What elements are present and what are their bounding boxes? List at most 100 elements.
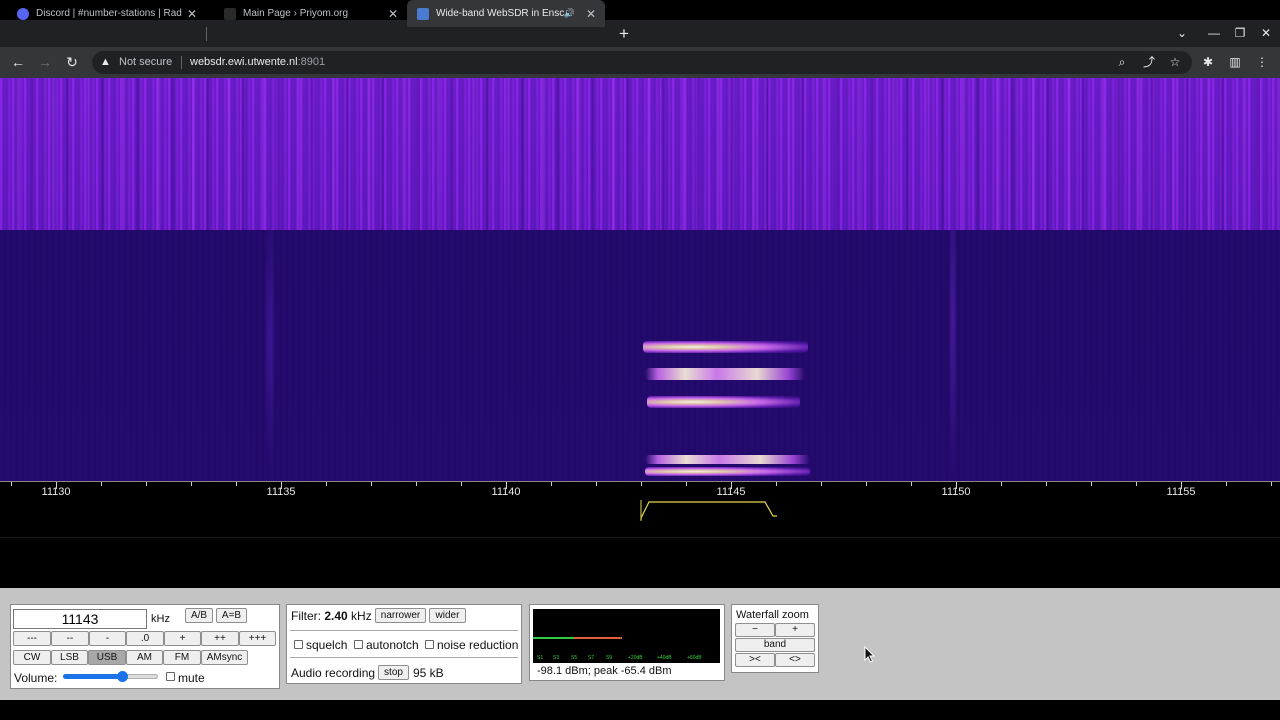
mute-checkbox[interactable]	[166, 672, 175, 681]
frequency-unit: kHz	[151, 613, 170, 625]
tab-title: Discord | #number-stations | Rad	[36, 8, 182, 19]
scale-tick	[191, 482, 192, 486]
warning-icon[interactable]: ▲	[100, 51, 111, 74]
a-equals-b-button[interactable]: A=B	[216, 608, 247, 623]
step-down-large-button[interactable]: ---	[13, 631, 51, 646]
stop-recording-button[interactable]: stop	[378, 665, 409, 680]
step-up-medium-button[interactable]: ++	[201, 631, 239, 646]
signal-trace	[645, 467, 810, 476]
filter-label-text: Filter:	[291, 609, 321, 623]
forward-icon[interactable]: →	[34, 47, 56, 78]
noise-reduction-label: noise reduction	[437, 638, 519, 652]
squelch-checkbox[interactable]	[294, 640, 303, 649]
scale-tick	[1136, 482, 1137, 486]
mode-usb-button[interactable]: USB	[88, 650, 126, 665]
divider	[290, 657, 518, 658]
minimize-icon[interactable]: —	[1203, 20, 1225, 47]
squelch-label: squelch	[306, 638, 348, 652]
waterfall-display[interactable]	[0, 78, 1280, 481]
websdr-icon	[417, 7, 429, 20]
zoom-out-button[interactable]: −	[735, 623, 775, 637]
smeter-label: +20dB	[628, 655, 643, 661]
scale-label: 11145	[716, 486, 746, 498]
tab-discord[interactable]: Discord | #number-stations | Rad ✕	[0, 0, 206, 27]
tab-websdr[interactable]: Wide-band WebSDR in Ensch 🔊 ✕	[407, 0, 605, 27]
volume-slider-thumb[interactable]	[117, 671, 128, 682]
mode-fm-button[interactable]: FM	[163, 650, 201, 665]
filter-label: Filter: 2.40 kHz	[291, 609, 372, 623]
url-port: :8901	[297, 56, 326, 68]
scale-label: 11135	[266, 486, 296, 498]
chrome-menu-icon[interactable]: ⋮	[1252, 47, 1272, 78]
round-button[interactable]: .0	[126, 631, 164, 646]
signal-level-bar	[533, 637, 574, 639]
smeter-label: S1	[537, 655, 544, 661]
zoom-band-button[interactable]: band	[735, 638, 815, 652]
url-text[interactable]: websdr.ewi.utwente.nl:8901	[190, 51, 325, 74]
scale-label: 11150	[941, 486, 971, 498]
waterfall-noise	[0, 230, 1280, 481]
step-up-small-button[interactable]: +	[164, 631, 201, 646]
priyom-icon	[224, 7, 236, 20]
close-tab-icon[interactable]: ✕	[385, 7, 401, 21]
passband-indicator[interactable]	[637, 498, 779, 522]
zoom-wide-button[interactable]: <>	[775, 653, 815, 667]
zoom-in-button[interactable]: +	[775, 623, 815, 637]
security-status[interactable]: Not secure	[119, 51, 172, 74]
scale-label: 11130	[41, 486, 71, 498]
restore-icon[interactable]: ❐	[1229, 20, 1251, 47]
mode-amsync-button[interactable]: AMsync	[201, 650, 248, 665]
noise-reduction-checkbox[interactable]	[425, 640, 434, 649]
audio-recording-label: Audio recording	[291, 666, 376, 680]
new-tab-button[interactable]: +	[614, 20, 634, 47]
mode-lsb-button[interactable]: LSB	[51, 650, 88, 665]
frequency-input[interactable]: 11143	[13, 609, 147, 629]
bookmark-icon[interactable]: ☆	[1165, 47, 1185, 78]
tab-divider	[206, 27, 207, 41]
autonotch-checkbox[interactable]	[354, 640, 363, 649]
mode-am-button[interactable]: AM	[126, 650, 163, 665]
smeter-label: +60dB	[687, 655, 702, 661]
ab-button[interactable]: A/B	[185, 608, 213, 623]
extensions-icon[interactable]: ✱	[1198, 47, 1218, 78]
spectrum-blank-area	[0, 537, 1280, 589]
zoom-icon[interactable]: ⌕	[1112, 47, 1132, 78]
close-tab-icon[interactable]: ✕	[583, 7, 599, 21]
smeter-label: S7	[588, 655, 595, 661]
tab-priyom[interactable]: Main Page › Priyom.org ✕	[207, 0, 407, 27]
share-icon[interactable]: ⤴	[1139, 47, 1159, 78]
signal-readout: -98.1 dBm; peak -65.4 dBm	[537, 665, 672, 677]
scale-tick	[1226, 482, 1227, 486]
signal-trace	[647, 396, 800, 408]
step-down-small-button[interactable]: -	[89, 631, 126, 646]
filter-value: 2.40	[324, 609, 348, 623]
side-panel-icon[interactable]: ▥	[1225, 47, 1245, 78]
step-down-medium-button[interactable]: --	[51, 631, 89, 646]
mode-cw-button[interactable]: CW	[13, 650, 51, 665]
scale-tick	[11, 482, 12, 486]
signal-trace	[643, 341, 808, 353]
smeter-label: S5	[571, 655, 578, 661]
close-tab-icon[interactable]: ✕	[184, 7, 200, 21]
narrower-button[interactable]: narrower	[375, 608, 426, 623]
scale-line	[0, 481, 1280, 482]
tab-title: Wide-band WebSDR in Ensch	[436, 8, 564, 19]
filter-unit: kHz	[351, 609, 372, 623]
wider-button[interactable]: wider	[429, 608, 466, 623]
step-up-large-button[interactable]: +++	[239, 631, 276, 646]
recording-size: 95 kB	[413, 666, 444, 680]
url-host: websdr.ewi.utwente.nl	[190, 56, 298, 68]
audio-playing-icon[interactable]: 🔊	[564, 8, 575, 19]
close-window-icon[interactable]: ✕	[1255, 20, 1277, 47]
scale-tick	[911, 482, 912, 486]
back-icon[interactable]: ←	[7, 47, 29, 78]
tab-search-icon[interactable]: ⌄	[1171, 20, 1193, 47]
scale-tick	[236, 482, 237, 486]
signal-peak-bar	[574, 637, 622, 639]
scale-tick	[461, 482, 462, 486]
zoom-narrow-button[interactable]: ><	[735, 653, 775, 667]
address-divider	[181, 56, 182, 69]
scale-label: 11155	[1166, 486, 1196, 498]
reload-icon[interactable]: ↻	[61, 47, 83, 78]
scale-tick	[686, 482, 687, 486]
